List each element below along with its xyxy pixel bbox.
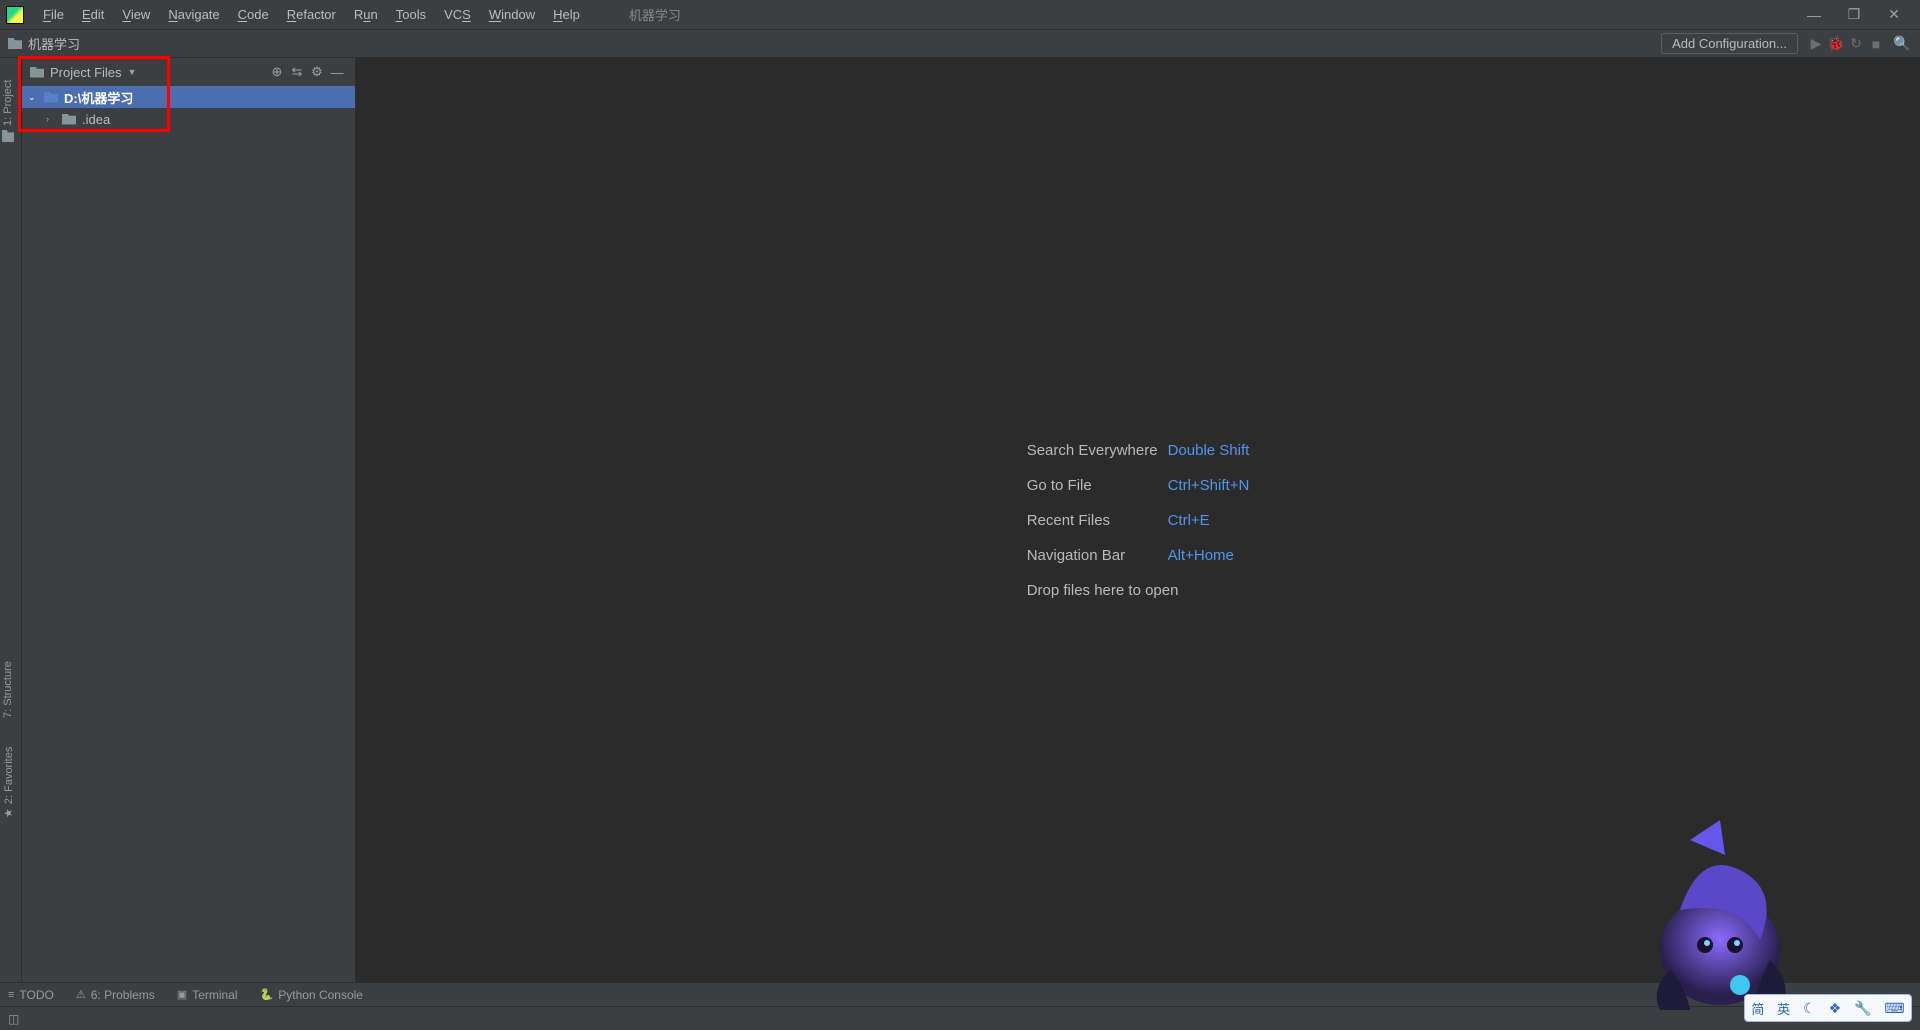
expand-all-icon[interactable]: ⇆ [287, 64, 307, 80]
main-area: 1: Project 7: Structure ★2: Favorites Pr… [0, 58, 1920, 982]
menu-run[interactable]: Run [345, 7, 387, 22]
sparkle-icon[interactable]: ❖ [1829, 1000, 1842, 1017]
folder-icon [30, 67, 44, 78]
window-minimize-icon[interactable]: — [1794, 7, 1834, 23]
chevron-down-icon: ⌄ [28, 92, 44, 103]
run-icon[interactable]: ▶ [1806, 35, 1826, 52]
menu-tools[interactable]: Tools [387, 7, 435, 22]
tree-root-node[interactable]: ⌄ D:\机器学习 [22, 86, 355, 108]
menu-bar: File Edit View Navigate Code Refactor Ru… [0, 0, 1920, 30]
folder-icon [44, 92, 58, 103]
project-view-label: Project Files [50, 65, 122, 80]
toolwindow-python-console[interactable]: 🐍Python Console [260, 988, 363, 1002]
debug-icon[interactable]: 🐞 [1826, 35, 1846, 52]
ime-lang-jian[interactable]: 简 [1751, 999, 1764, 1018]
hint-drop-label: Drop files here to open [1027, 582, 1250, 599]
window-title: 机器学习 [629, 5, 681, 24]
menu-code[interactable]: Code [229, 7, 278, 22]
bottom-toolwindow-bar: ≡TODO ⚠6: Problems ▣Terminal 🐍Python Con… [0, 982, 1920, 1006]
menu-edit[interactable]: Edit [73, 7, 113, 22]
hide-icon[interactable]: — [327, 65, 347, 80]
tree-child-label: .idea [82, 112, 110, 127]
coverage-icon[interactable]: ↻ [1846, 35, 1866, 52]
hint-goto-label: Go to File [1027, 477, 1158, 494]
hint-recent-label: Recent Files [1027, 512, 1158, 529]
hint-nav-key: Alt+Home [1168, 547, 1250, 564]
status-bar: ◫ [0, 1006, 1920, 1030]
add-configuration-button[interactable]: Add Configuration... [1661, 33, 1798, 54]
window-maximize-icon[interactable]: ❐ [1834, 6, 1874, 23]
list-icon: ≡ [8, 989, 14, 1001]
hint-nav-label: Navigation Bar [1027, 547, 1158, 564]
keyboard-icon[interactable]: ⌨ [1884, 1000, 1904, 1017]
terminal-icon: ▣ [177, 988, 187, 1001]
editor-empty-state: Search Everywhere Double Shift Go to Fil… [356, 58, 1920, 982]
tree-child-node[interactable]: › .idea [22, 108, 355, 130]
project-tree: ⌄ D:\机器学习 › .idea [22, 86, 355, 130]
menu-view[interactable]: View [113, 7, 159, 22]
project-panel-header: Project Files ▼ ⊕ ⇆ ⚙ — [22, 58, 355, 86]
python-icon: 🐍 [260, 988, 274, 1001]
wrench-icon[interactable]: 🔧 [1854, 1000, 1871, 1017]
stop-icon[interactable]: ■ [1866, 36, 1886, 52]
left-gutter: 1: Project 7: Structure ★2: Favorites [0, 58, 22, 982]
ime-floating-bar[interactable]: 简 英 ☾ ❖ 🔧 ⌨ [1744, 994, 1912, 1022]
warning-icon: ⚠ [76, 988, 86, 1001]
hint-recent-key: Ctrl+E [1168, 512, 1250, 529]
menu-file[interactable]: File [34, 7, 73, 22]
hint-search-label: Search Everywhere [1027, 442, 1158, 459]
menu-window[interactable]: Window [480, 7, 544, 22]
search-icon[interactable]: 🔍 [1892, 35, 1912, 52]
toolwindow-terminal[interactable]: ▣Terminal [177, 988, 238, 1002]
editor-hints: Search Everywhere Double Shift Go to Fil… [1027, 442, 1250, 599]
gutter-tab-structure[interactable]: 7: Structure [2, 661, 14, 718]
gutter-tab-favorites[interactable]: ★2: Favorites [2, 747, 15, 818]
menu-vcs[interactable]: VCS [435, 7, 480, 22]
locate-icon[interactable]: ⊕ [267, 64, 287, 80]
window-close-icon[interactable]: ✕ [1874, 6, 1914, 23]
folder-icon [8, 38, 22, 49]
moon-icon[interactable]: ☾ [1803, 1000, 1816, 1017]
toolwindows-toggle-icon[interactable]: ◫ [8, 1012, 19, 1026]
ime-lang-ying[interactable]: 英 [1777, 999, 1790, 1018]
folder-icon [2, 130, 14, 142]
tree-root-label: D:\机器学习 [64, 88, 133, 107]
menu-refactor[interactable]: Refactor [278, 7, 345, 22]
chevron-down-icon: ▼ [128, 67, 137, 77]
project-tool-window: Project Files ▼ ⊕ ⇆ ⚙ — ⌄ D:\机器学习 › .ide… [22, 58, 356, 982]
menu-navigate[interactable]: Navigate [159, 7, 228, 22]
breadcrumb-project[interactable]: 机器学习 [28, 34, 80, 53]
chevron-right-icon: › [46, 114, 62, 124]
hint-goto-key: Ctrl+Shift+N [1168, 477, 1250, 494]
hint-search-key: Double Shift [1168, 442, 1250, 459]
gear-icon[interactable]: ⚙ [307, 64, 327, 80]
gutter-tab-project[interactable]: 1: Project [2, 80, 14, 142]
pycharm-icon [6, 6, 24, 24]
toolwindow-todo[interactable]: ≡TODO [8, 988, 54, 1002]
menu-help[interactable]: Help [544, 7, 589, 22]
folder-icon [62, 114, 76, 125]
navigation-bar: 机器学习 Add Configuration... ▶ 🐞 ↻ ■ 🔍 [0, 30, 1920, 58]
project-view-selector[interactable]: Project Files ▼ [30, 65, 136, 80]
toolwindow-problems[interactable]: ⚠6: Problems [76, 988, 155, 1002]
